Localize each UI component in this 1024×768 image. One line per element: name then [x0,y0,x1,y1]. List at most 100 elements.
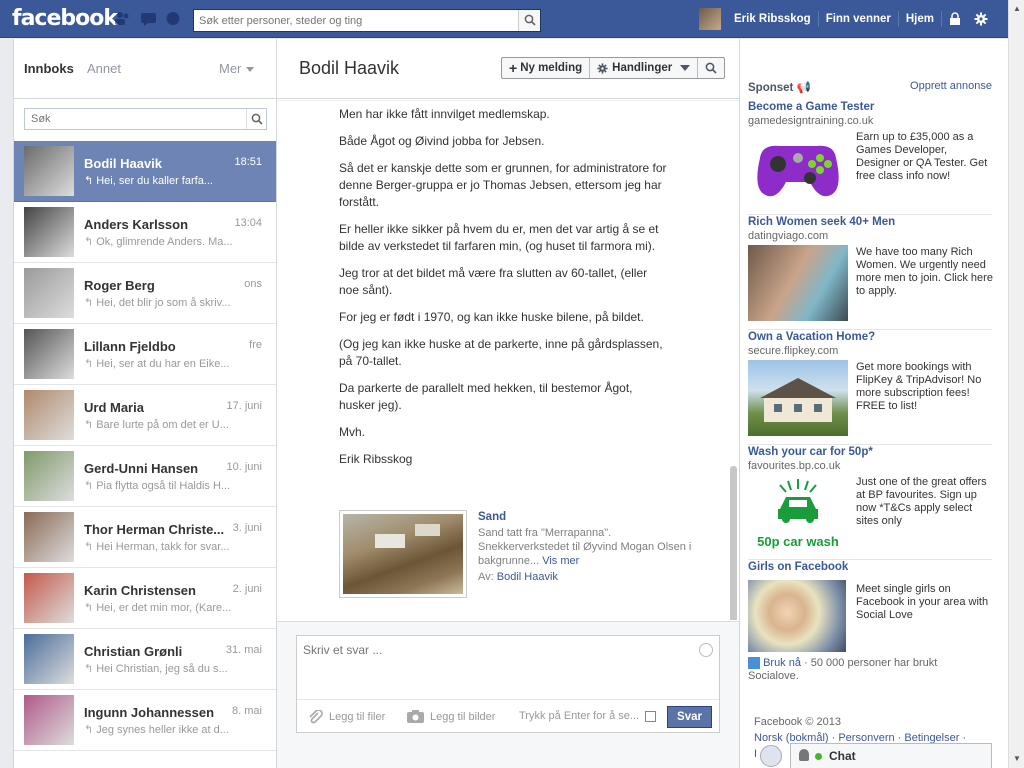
ad-title[interactable]: Become a Game Tester [748,101,992,113]
search-icon [705,62,717,74]
avatar[interactable] [24,207,74,257]
ad-title[interactable]: Wash your car for 50p* [748,446,992,458]
thread-time: 8. mai [232,705,262,717]
avatar[interactable] [24,573,74,623]
thread-name: Bodil Haavik [84,156,163,171]
attachment-thumbnail[interactable] [339,510,467,598]
send-button[interactable]: Svar [667,706,712,728]
thread-snippet: ↰ Pia flytta også til Haldis H... [84,479,234,492]
conversation-header: Bodil Haavik + Ny melding Handlinger [277,39,739,99]
avatar[interactable] [24,268,74,318]
reply-toolbar: Legg til filer Legg til bilder Trykk på … [297,699,719,733]
tab-other[interactable]: Annet [87,61,121,76]
right-sidebar: Sponset 📢 Opprett annonse Become a Game … [740,39,1008,768]
conversation-search-button[interactable] [698,58,724,78]
attachment-title[interactable]: Sand [478,511,506,523]
scroll-down-arrow-icon[interactable]: ▼ [1013,754,1021,763]
thread-item[interactable]: Bodil Haavik 18:51 ↰ Hei, ser du kaller far… [14,141,276,202]
avatar[interactable] [24,451,74,501]
chat-bar[interactable]: Chat [790,743,992,768]
scroll-up-arrow-icon[interactable]: ▲ [1013,4,1021,13]
ad-game-tester[interactable]: Become a Game Tester gamedesigntraining.… [748,101,992,215]
profile-link[interactable]: Erik Ribsskog [727,0,818,38]
avatar[interactable] [24,634,74,684]
emoticon-icon[interactable] [699,643,713,657]
ad-image[interactable] [748,245,848,321]
attachment-author-link[interactable]: Bodil Haavik [497,571,558,583]
thread-snippet-text: Hei Herman, takk for svar... [96,541,230,553]
more-dropdown[interactable]: Mer [219,61,255,76]
friend-requests-icon[interactable] [114,11,131,26]
attachment-description-text: Sand tatt fra "Merrapanna". Snekkerverks… [478,527,692,567]
privacy-shortcuts-icon[interactable] [942,0,968,38]
user-avatar[interactable] [698,8,721,30]
thread-item[interactable]: Karin Christensen 2. juni ↰ Hei, er det min… [14,568,276,629]
house-icon [760,378,836,422]
ad-image[interactable] [748,130,848,206]
ad-rich-women[interactable]: Rich Women seek 40+ Men datingviago.com … [748,216,993,330]
facebook-logo[interactable]: facebook [12,6,118,31]
avatar[interactable] [24,512,74,562]
thread-snippet: ↰ Hei, ser du kaller farfa... [84,174,234,187]
avatar[interactable] [24,146,74,196]
message-paragraph: For jeg er født i 1970, og kan ikke husk… [339,310,644,324]
car-wash-caption: 50p car wash [757,534,839,549]
thread-name: Ingunn Johannessen [84,705,215,720]
thread-item[interactable]: Christian Grønli 31. mai ↰ Hei Christian, j… [14,629,276,690]
thread-item[interactable]: Lillann Fjeldbo fre ↰ Hei, ser at du har en… [14,324,276,385]
avatar[interactable] [24,695,74,745]
messages-icon[interactable] [140,11,157,26]
inbox-header: Innboks Annet Mer [14,39,276,99]
new-message-button[interactable]: + Ny melding [502,58,591,78]
search-button[interactable] [518,10,540,31]
chat-label: Chat [829,749,856,763]
ad-car-wash[interactable]: Wash your car for 50p* favourites.bp.co.… [748,446,992,560]
message-search-input[interactable] [25,109,240,129]
actions-dropdown[interactable]: Handlinger [590,58,699,78]
thread-time: 13:04 [234,217,262,229]
reply-box: Legg til filer Legg til bilder Trykk på … [296,635,720,733]
thread-item[interactable]: Gerd-Unni Hansen 10. juni ↰ Pia flytta også… [14,446,276,507]
thread-item[interactable]: Urd Maria 17. juni ↰ Bare lurte på om det e… [14,385,276,446]
message-search-button[interactable] [246,109,266,129]
thread-item[interactable]: Thor Herman Christe... 3. juni ↰ Hei Herman… [14,507,276,568]
add-files-button[interactable]: Legg til filer [307,710,385,724]
find-friends-link[interactable]: Finn venner [819,0,898,38]
attachment-by-label: Av: [478,571,494,583]
thread-item[interactable]: Roger Berg ons ↰ Hei, det blir jo som å skr… [14,263,276,324]
tab-inbox[interactable]: Innboks [24,61,74,76]
ad-image[interactable] [748,580,846,652]
reply-arrow-icon: ↰ [84,297,94,309]
thread-item[interactable]: Anders Karlsson 13:04 ↰ Ok, glimrende Ander… [14,202,276,263]
home-link[interactable]: Hjem [899,0,941,38]
see-more-link[interactable]: Vis mer [542,555,579,567]
use-now-link[interactable]: Bruk nå [763,657,801,669]
thread-name: Anders Karlsson [84,217,189,232]
avatar[interactable] [24,329,74,379]
message-paragraph: (Og jeg kan ikke huske at de parkerte, i… [339,337,663,368]
more-label: Mer [219,61,242,76]
avatar[interactable] [24,390,74,440]
settings-gear-icon[interactable] [968,0,994,38]
thread-item[interactable]: Ingunn Johannessen 8. mai ↰ Jeg synes helle… [14,690,276,751]
ad-title[interactable]: Own a Vacation Home? [748,331,992,343]
enter-to-send-checkbox[interactable] [645,711,656,722]
reply-input[interactable] [297,636,719,698]
ad-image[interactable]: 50p car wash [748,475,848,551]
conversation-title[interactable]: Bodil Haavik [299,58,399,79]
message-scrollbar[interactable] [730,466,737,620]
thread-name: Roger Berg [84,278,155,293]
add-photos-button[interactable]: Legg til bilder [407,710,495,723]
thread-snippet: ↰ Hei, det blir jo som å skriv... [84,296,234,309]
ad-vacation-home[interactable]: Own a Vacation Home? secure.flipkey.com … [748,331,992,445]
ad-title[interactable]: Rich Women seek 40+ Men [748,216,992,228]
conversation-panel: Bodil Haavik + Ny melding Handlinger Men… [277,39,740,768]
create-ad-link[interactable]: Opprett annonse [910,80,992,92]
notifications-globe-icon[interactable] [165,11,182,26]
ad-title[interactable]: Girls on Facebook [748,561,992,573]
page-scrollbar[interactable]: ▲ ▼ [1008,0,1024,768]
ad-image[interactable] [748,360,848,436]
global-search-input[interactable] [194,10,514,31]
globe-icon[interactable] [760,745,782,767]
ad-text: Earn up to £35,000 as a Games Developer,… [856,131,988,182]
